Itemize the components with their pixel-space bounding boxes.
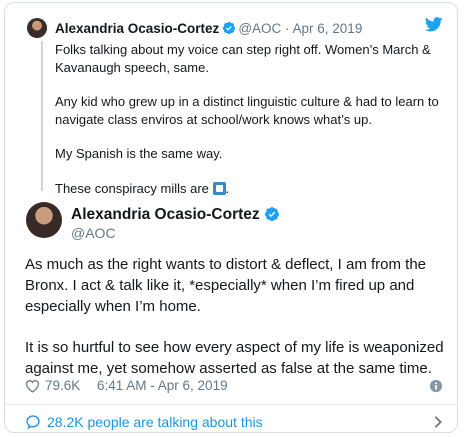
quoted-paragraph-last: These conspiracy mills are . <box>55 180 440 198</box>
main-paragraph: It is so hurtful to see how every aspect… <box>25 339 444 377</box>
info-icon[interactable] <box>429 379 443 393</box>
main-author-name[interactable]: Alexandria Ocasio-Cortez <box>71 206 260 223</box>
conversation-count-text[interactable]: 28.2K people are talking about this <box>47 413 263 431</box>
tweet-footer: 79.6K 6:41 AM - Apr 6, 2019 <box>25 377 445 395</box>
twitter-bird-icon[interactable] <box>425 17 443 32</box>
quoted-paragraph: Folks talking about my voice can step ri… <box>55 42 431 75</box>
thread-line <box>41 41 43 191</box>
quoted-meta[interactable]: @AOC · Apr 6, 2019 <box>238 21 362 36</box>
quoted-tweet-text: Folks talking about my voice can step ri… <box>55 41 440 214</box>
chart-emoji-icon <box>212 181 226 195</box>
footer-divider <box>5 404 457 405</box>
quoted-avatar[interactable] <box>27 18 47 38</box>
quoted-paragraph: Any kid who grew up in a distinct lingui… <box>55 94 439 127</box>
heart-icon[interactable] <box>25 379 40 393</box>
embedded-tweet-card: Alexandria Ocasio-Cortez @AOC · Apr 6, 20… <box>4 2 458 433</box>
quoted-paragraph-text: These conspiracy mills are <box>55 180 209 196</box>
main-avatar[interactable] <box>26 202 62 238</box>
quoted-header: Alexandria Ocasio-Cortez @AOC · Apr 6, 20… <box>55 20 362 37</box>
verified-badge-icon <box>223 21 236 35</box>
tweet-timestamp[interactable]: 6:41 AM - Apr 6, 2019 <box>97 377 228 395</box>
like-count[interactable]: 79.6K <box>45 377 80 395</box>
main-author-handle[interactable]: @AOC <box>71 225 116 242</box>
quoted-author-name[interactable]: Alexandria Ocasio-Cortez <box>55 21 219 36</box>
main-paragraph: As much as the right wants to distort & … <box>25 256 427 315</box>
conversation-link[interactable]: 28.2K people are talking about this <box>25 413 445 431</box>
people-icon <box>26 415 40 430</box>
main-author-name-row: Alexandria Ocasio-Cortez <box>71 205 280 224</box>
quoted-paragraph: My Spanish is the same way. <box>55 146 223 161</box>
chevron-right-icon[interactable] <box>433 415 443 429</box>
verified-badge-icon <box>264 207 279 221</box>
quoted-paragraph-suffix: . <box>225 180 230 196</box>
